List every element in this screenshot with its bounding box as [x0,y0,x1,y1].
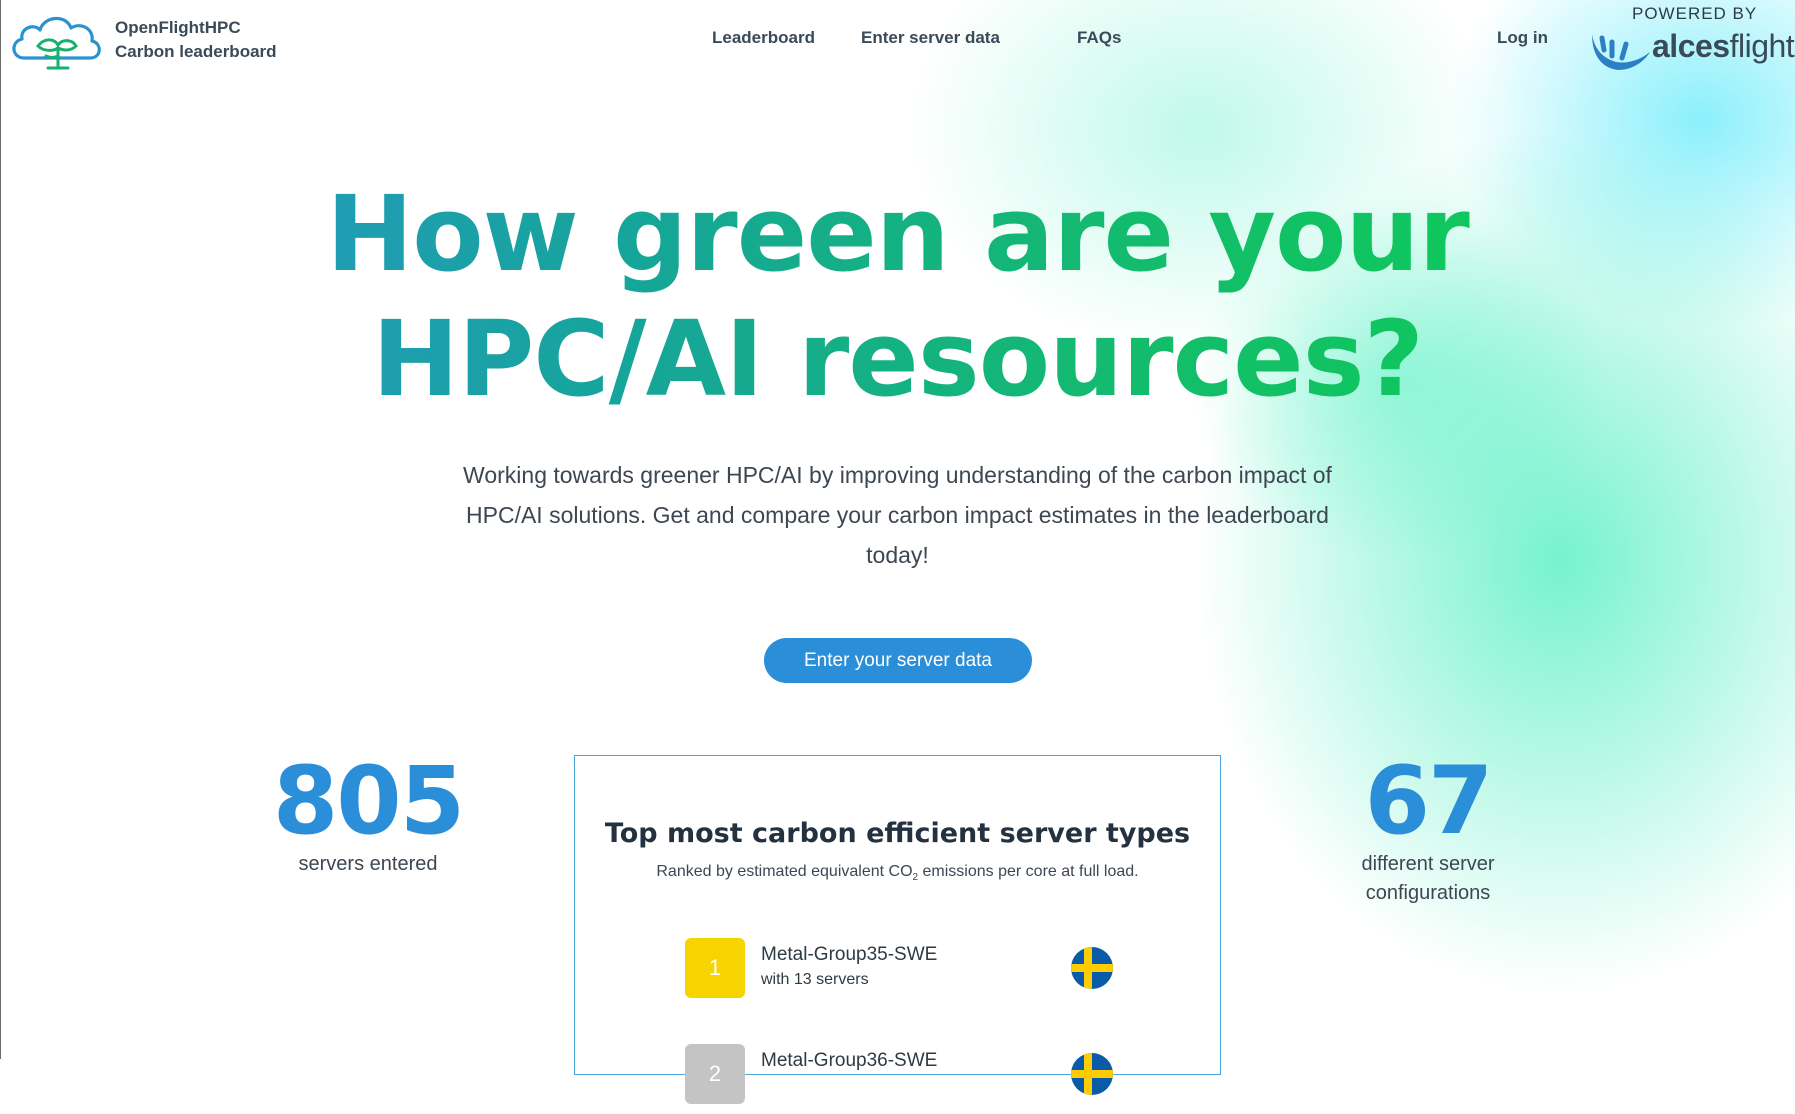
enter-server-data-button[interactable]: Enter your server data [764,638,1032,683]
configurations-label: different server configurations [1361,853,1495,904]
site-header: OpenFlightHPC Carbon leaderboard Leaderb… [0,0,1795,80]
nav-leaderboard[interactable]: Leaderboard [712,28,815,48]
nav-faqs[interactable]: FAQs [1077,28,1121,48]
servers-entered-label: servers entered [298,853,438,875]
powered-by-label: POWERED BY [1632,4,1758,23]
top-servers-title: Top most carbon efficient server types [604,818,1191,849]
top-servers-subtitle: Ranked by estimated equivalent CO2 emiss… [575,863,1220,883]
nav-enter-server-data[interactable]: Enter server data [861,28,1000,48]
partner-logo-bold: alces [1652,28,1730,64]
login-link[interactable]: Log in [1497,28,1548,48]
rank-badge-gold: 1 [685,938,745,998]
subtitle-pre: Ranked by estimated equivalent CO [656,863,913,880]
headline-line-2: HPC/AI resources? [0,297,1795,422]
alces-flight-logo-link[interactable]: alcesflight [1588,24,1795,76]
sweden-flag-icon [1071,1053,1113,1095]
sweden-flag-icon [1071,947,1113,989]
brand-line-2: Carbon leaderboard [115,42,277,61]
hero-headline: How green are your HPC/AI resources? [0,172,1795,422]
hero-intro: Working towards greener HPC/AI by improv… [463,462,1332,568]
servers-entered-count: 805 [272,747,465,856]
cloud-tree-logo-icon [12,16,101,70]
subtitle-post: emissions per core at full load. [918,863,1139,880]
antler-icon [1592,34,1650,70]
ranking-item[interactable]: 1 Metal-Group35-SWE with 13 servers [685,938,1135,1008]
partner-logo-text: alcesflight [1652,28,1795,65]
server-name: Metal-Group36-SWE [761,1050,938,1071]
server-name: Metal-Group35-SWE [761,944,938,965]
top-servers-card: Top most carbon efficient server types R… [574,755,1221,1104]
brand-name: OpenFlightHPC Carbon leaderboard [115,16,277,64]
headline-line-1: How green are your [0,172,1795,297]
brand-line-1: OpenFlightHPC [115,18,241,37]
partner-logo-light: flight [1729,28,1795,64]
ranking-item[interactable]: 2 Metal-Group36-SWE [685,1044,1135,1114]
server-count: with 13 servers [761,971,869,988]
rank-badge-silver: 2 [685,1044,745,1104]
configurations-count: 67 [1364,747,1494,856]
window-edge [0,0,1,1059]
